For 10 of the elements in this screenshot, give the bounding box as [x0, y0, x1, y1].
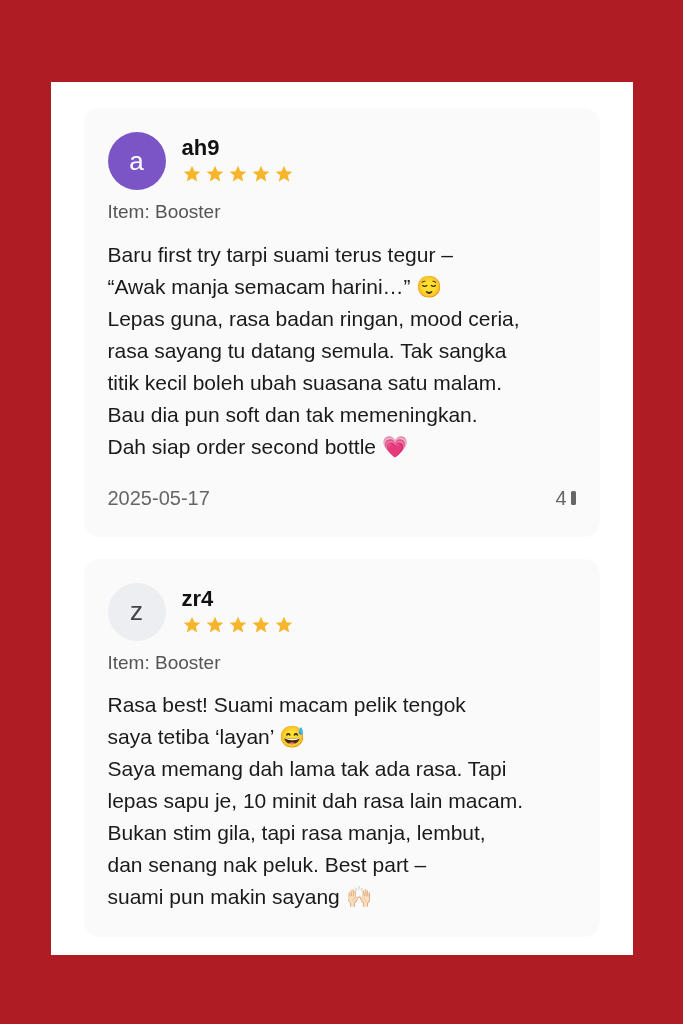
item-label: Item: Booster — [107, 200, 222, 224]
avatar: z — [107, 582, 166, 641]
review-text: Baru first try tarpi suami terus tegur – “Awak manja semacam harini…” 😌 Lepas guna, rasa badan ringan, mood ceria, rasa sayang tu datang semula. Tak sangka titik kecil boleh ubah suasana satu malam. Bau dia pun soft dan tak memeningkan. Dah siap order second bottle 💗 — [107, 241, 521, 460]
username: zr4 — [181, 586, 215, 611]
review-text: Rasa best! Suami macam pelik tengok saya tetiba ‘layan’ 😅 Saya memang dah lama tak ada rasa. Tapi lepas sapu je, 10 minit dah rasa lain macam. Bukan stim gila, tapi rasa manja, lembut, dan senang nak peluk. Best part – suami pun makin sayang 🙌🏻 — [107, 692, 525, 910]
review-date: 2025-05-17 — [107, 485, 210, 511]
avatar: a — [107, 132, 166, 190]
username: ah9 — [181, 136, 221, 160]
like-count: 4 — [555, 485, 567, 511]
item-label: Item: Booster — [107, 650, 222, 675]
